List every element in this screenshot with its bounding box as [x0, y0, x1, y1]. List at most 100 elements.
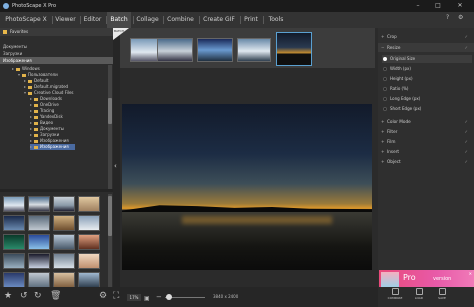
checkmark-icon: ✓	[464, 159, 468, 164]
load-button[interactable]: LOAD	[410, 288, 428, 300]
thumbnail[interactable]	[3, 196, 25, 212]
maximize-icon[interactable]: □	[430, 0, 446, 12]
radio-icon	[383, 67, 387, 71]
favorites-header[interactable]: Favorites	[0, 28, 113, 36]
menu-editor[interactable]: Editor	[81, 12, 104, 28]
close-icon[interactable]: ✕	[452, 0, 468, 12]
main-menu: PhotoScape X Viewer Editor Batch Collage…	[0, 12, 474, 28]
batch-filmstrip	[120, 28, 375, 68]
delete-icon[interactable]: 🗑	[50, 292, 61, 301]
option-original-size[interactable]: Original Size	[382, 55, 472, 63]
folder-icon	[34, 97, 38, 101]
section-insert[interactable]: + Insert ✓	[378, 147, 474, 156]
preview-canvas	[120, 68, 375, 287]
folder-icon	[34, 109, 38, 113]
tree-scrollbar-thumb[interactable]	[108, 98, 112, 124]
zoom-actual-icon[interactable]: ▣	[144, 294, 150, 303]
checkmark-icon: ✓	[464, 149, 468, 154]
title-bar: PhotoScape X Pro – □ ✕	[0, 0, 474, 12]
folder-icon	[16, 67, 20, 71]
thumbnail[interactable]	[53, 253, 75, 269]
menu-viewer[interactable]: Viewer	[53, 12, 78, 28]
menu-tools[interactable]: Tools	[264, 12, 288, 28]
fit-screen-icon[interactable]: ⛶	[113, 292, 119, 301]
banner-title: Pro	[403, 273, 416, 282]
menu-batch[interactable]: Batch	[107, 12, 131, 28]
panel-splitter[interactable]	[0, 189, 113, 192]
option-height[interactable]: Height (px)	[382, 75, 472, 83]
menu-create-gif[interactable]: Create GIF	[200, 12, 238, 28]
option-short-edge[interactable]: Short Edge (px)	[382, 105, 472, 113]
section-filter[interactable]: + Filter ✓	[378, 127, 474, 136]
section-crop[interactable]: + Crop ✓	[378, 32, 474, 41]
favorites-label: Favorites	[10, 29, 29, 34]
thumbnail[interactable]	[53, 215, 75, 231]
rotate-right-icon[interactable]: ↻	[34, 292, 42, 301]
option-width[interactable]: Width (px)	[382, 65, 472, 73]
rotate-left-icon[interactable]: ↺	[20, 292, 28, 301]
radio-icon	[383, 87, 387, 91]
thumbnail[interactable]	[28, 215, 50, 231]
tree-item-selected[interactable]: ▸ Изображения	[30, 144, 75, 150]
collapse-panel-handle[interactable]: ‹	[113, 28, 120, 287]
save-icon	[438, 288, 446, 295]
folder-tree: ▸ Windows ▾ Пользователи ▸ Default ▸ Default…	[0, 65, 107, 189]
zoom-slider-thumb[interactable]	[166, 294, 172, 300]
section-color-mode[interactable]: + Color Mode ✓	[378, 117, 474, 126]
help-icon[interactable]: ?	[446, 14, 449, 21]
thumbnail[interactable]	[78, 234, 100, 250]
thumbnail[interactable]	[53, 272, 75, 288]
filmstrip-thumbnail[interactable]	[157, 38, 193, 62]
compare-button[interactable]: COMPARE	[386, 288, 404, 300]
filmstrip-thumbnail[interactable]	[237, 38, 271, 62]
menu-collage[interactable]: Collage	[134, 12, 161, 28]
save-button[interactable]: SAVE	[433, 288, 451, 300]
thumbnail[interactable]	[78, 215, 100, 231]
quick-item-images[interactable]: Изображения	[0, 57, 113, 64]
chevron-left-icon[interactable]: ‹	[114, 162, 117, 170]
zoom-out-icon[interactable]: −	[156, 293, 162, 302]
filmstrip-thumbnail-selected[interactable]	[276, 32, 312, 66]
folder-icon	[34, 139, 38, 143]
menu-combine[interactable]: Combine	[164, 12, 197, 28]
checkmark-icon: ✓	[464, 34, 468, 39]
checkmark-icon: ✓	[464, 45, 468, 50]
thumbnail[interactable]	[78, 253, 100, 269]
thumbnail[interactable]	[28, 196, 50, 212]
section-film[interactable]: + Film ✓	[378, 137, 474, 146]
option-long-edge[interactable]: Long Edge (px)	[382, 95, 472, 103]
quick-item-documents[interactable]: Документы	[0, 43, 113, 50]
thumbnail[interactable]	[28, 253, 50, 269]
thumbnail[interactable]	[28, 272, 50, 288]
menu-print[interactable]: Print	[241, 12, 261, 28]
thumbnail[interactable]	[28, 234, 50, 250]
thumbnail[interactable]	[3, 253, 25, 269]
compare-icon	[391, 288, 399, 295]
thumbnail[interactable]	[3, 272, 25, 288]
section-object[interactable]: + Object ✓	[378, 157, 474, 166]
minimize-icon[interactable]: –	[410, 0, 426, 12]
thumbnail[interactable]	[53, 234, 75, 250]
banner-image	[381, 272, 399, 288]
settings-icon[interactable]: ⚙	[458, 14, 463, 21]
zoom-level[interactable]: 17%	[127, 294, 141, 301]
radio-icon	[383, 77, 387, 81]
thumbnail[interactable]	[3, 215, 25, 231]
app-window: PhotoScape X Pro – □ ✕ PhotoScape X View…	[0, 0, 474, 307]
star-icon[interactable]: ★	[4, 292, 12, 301]
quick-item-downloads[interactable]: Загрузки	[0, 50, 113, 57]
section-resize[interactable]: − Resize ✓	[378, 43, 474, 52]
tree-scrollbar[interactable]	[108, 65, 112, 189]
radio-icon	[383, 107, 387, 111]
thumbnail[interactable]	[78, 196, 100, 212]
gear-icon[interactable]: ⚙	[99, 292, 107, 301]
thumbnail[interactable]	[78, 272, 100, 288]
thumbnail-scrollbar-thumb[interactable]	[108, 196, 112, 236]
thumbnail[interactable]	[53, 196, 75, 212]
menu-photoscape-x[interactable]: PhotoScape X	[2, 12, 50, 28]
option-ratio[interactable]: Ratio (%)	[382, 85, 472, 93]
filmstrip-thumbnail[interactable]	[197, 38, 233, 62]
window-title: PhotoScape X Pro	[12, 3, 57, 9]
close-icon[interactable]: ✕	[469, 271, 472, 276]
thumbnail[interactable]	[3, 234, 25, 250]
